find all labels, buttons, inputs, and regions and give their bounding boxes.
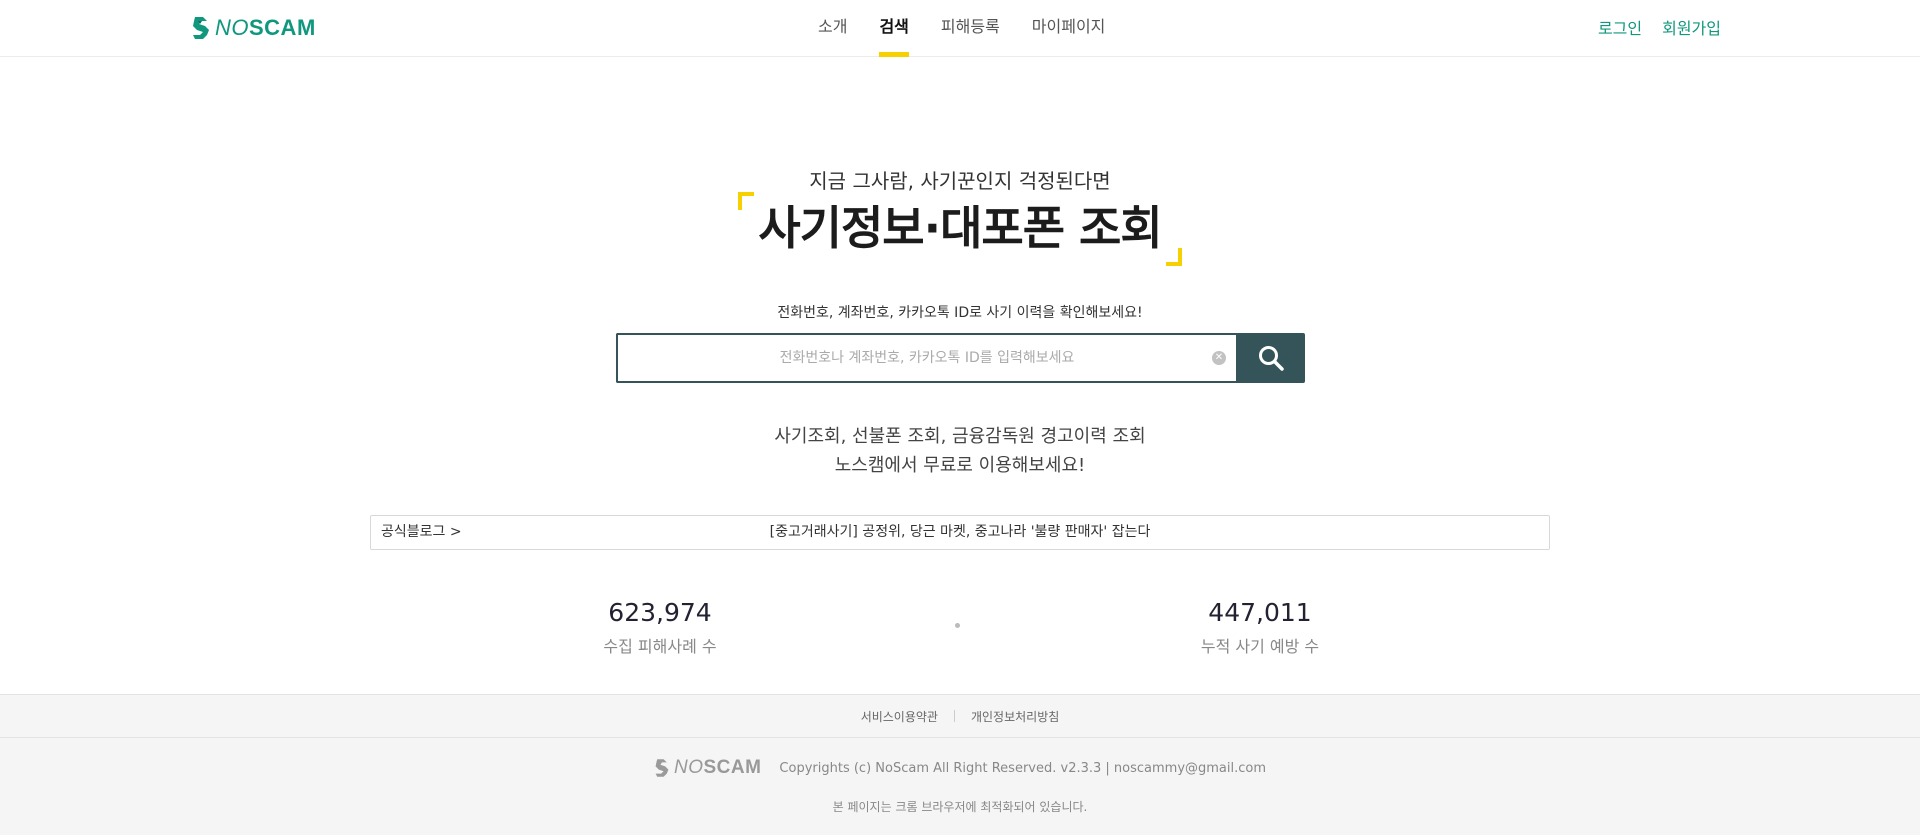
search-button[interactable] [1236, 333, 1305, 383]
nav-item-intro[interactable]: 소개 [818, 0, 847, 57]
footer: 서비스이용약관 개인정보처리방침 NOSCAM Copyrights (c) N… [0, 694, 1920, 835]
blog-headline-link[interactable]: [중고거래사기] 공정위, 당근 마켓, 중고나라 '불량 판매자' 잡는다 [371, 516, 1549, 549]
copyright-text: Copyrights (c) NoScam All Right Reserved… [779, 760, 1267, 776]
promo-line-1: 사기조회, 선불폰 조회, 금융감독원 경고이력 조회 [774, 426, 1146, 447]
search-hint: 전화번호, 계좌번호, 카카오톡 ID로 사기 이력을 확인해보세요! [777, 305, 1143, 321]
left-bracket-decoration [738, 192, 755, 210]
official-blog-link[interactable]: 공식블로그 > [381, 516, 462, 549]
stat-prevented-label: 누적 사기 예방 수 [1200, 637, 1320, 656]
official-blog-bar: [중고거래사기] 공정위, 당근 마켓, 중고나라 '불량 판매자' 잡는다 공… [370, 515, 1550, 550]
promo-text: 사기조회, 선불폰 조회, 금융감독원 경고이력 조회 노스캠에서 무료로 이용… [0, 422, 1920, 480]
footer-logo: NOSCAM [654, 757, 761, 779]
terms-of-service-link[interactable]: 서비스이용약관 [845, 708, 954, 725]
stat-collected-cases: 623,974 수집 피해사례 수 [510, 598, 810, 657]
search-box: ✕ [616, 333, 1305, 383]
auth-links: 로그인 회원가입 [1578, 0, 1721, 54]
stats-divider-dot [955, 623, 960, 628]
magnifier-icon [1258, 346, 1284, 371]
signup-link[interactable]: 회원가입 [1662, 15, 1721, 39]
nav-item-search[interactable]: 검색 [879, 0, 910, 57]
header: NOSCAM 소개 검색 피해등록 마이페이지 로그인 회원가입 [0, 0, 1920, 57]
footer-info: NOSCAM Copyrights (c) NoScam All Right R… [0, 757, 1920, 779]
clear-circle-icon[interactable]: ✕ [1212, 351, 1226, 365]
login-link[interactable]: 로그인 [1598, 15, 1642, 39]
footer-links: 서비스이용약관 개인정보처리방침 [0, 695, 1920, 738]
hero-title: 사기정보·대포폰 조회 [738, 192, 1182, 266]
browser-note: 본 페이지는 크롬 브라우저에 최적화되어 있습니다. [832, 800, 1088, 814]
stat-prevented-value: 447,011 [1208, 598, 1312, 627]
search-input[interactable] [618, 335, 1236, 381]
footer-logo-wordmark: NOSCAM [673, 757, 762, 778]
nav-item-mypage[interactable]: 마이페이지 [1032, 0, 1106, 57]
hero-title-wrap: 사기정보·대포폰 조회 [0, 192, 1920, 266]
stat-collected-label: 수집 피해사례 수 [603, 637, 717, 656]
main-nav: 소개 검색 피해등록 마이페이지 [818, 0, 1137, 57]
search-input-wrap: ✕ [616, 333, 1236, 383]
noscam-logo-icon [655, 759, 669, 777]
hero-title-text: 사기정보·대포폰 조회 [758, 201, 1162, 255]
promo-line-2: 노스캠에서 무료로 이용해보세요! [834, 455, 1086, 476]
privacy-policy-link[interactable]: 개인정보처리방침 [955, 708, 1075, 725]
noscam-logo-icon [193, 17, 209, 39]
right-bracket-decoration [1165, 248, 1182, 266]
stat-prevented-fraud: 447,011 누적 사기 예방 수 [1110, 598, 1410, 657]
stat-collected-value: 623,974 [608, 598, 712, 627]
hero-subtitle: 지금 그사람, 사기꾼인지 걱정된다면 [809, 169, 1111, 193]
logo-wordmark: NOSCAM [215, 15, 316, 40]
noscam-logo[interactable]: NOSCAM [191, 14, 316, 42]
nav-item-report-damage[interactable]: 피해등록 [941, 0, 1000, 57]
